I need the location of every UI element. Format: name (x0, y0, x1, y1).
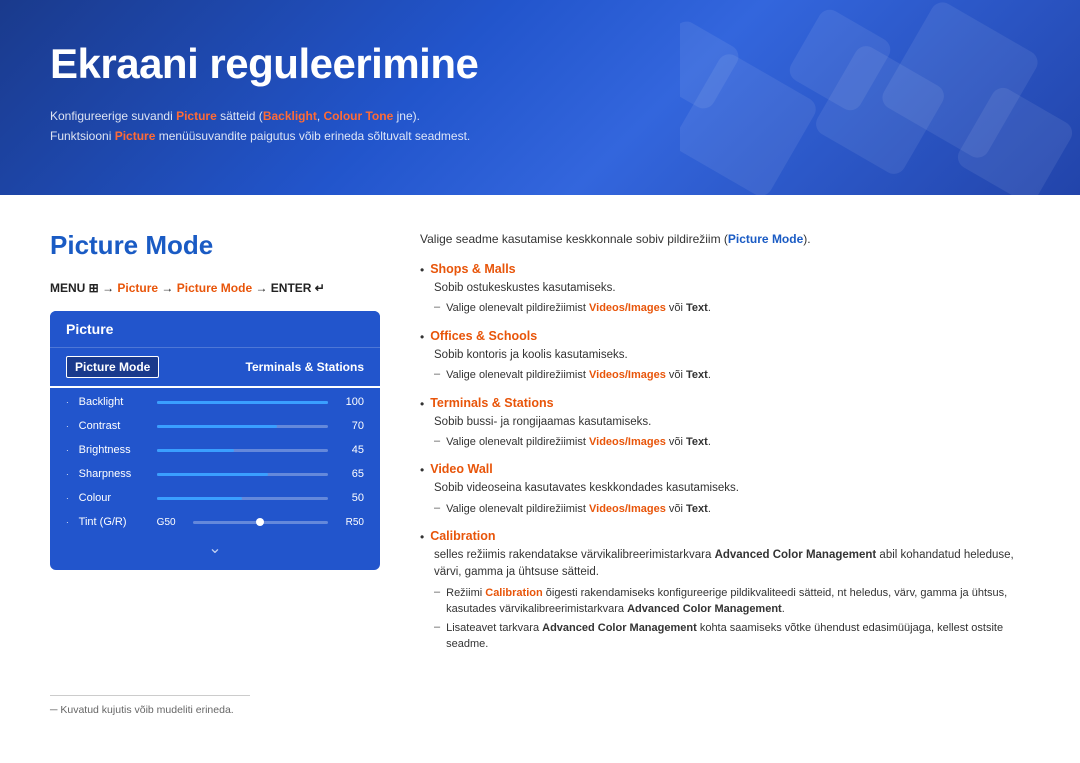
bullet-desc: Sobib videoseina kasutavates keskkondade… (420, 480, 1030, 497)
tint-track[interactable] (193, 521, 328, 524)
bullet-dot: • (420, 330, 424, 344)
slider-value: 100 (336, 396, 364, 408)
slider-label: Contrast (79, 420, 149, 432)
sub-text: Lisateavet tarkvara Advanced Color Manag… (446, 620, 1030, 653)
bullet-desc: Sobib kontoris ja koolis kasutamiseks. (420, 347, 1030, 364)
bullet-desc: selles režiimis rakendatakse värvikalibr… (420, 547, 1030, 582)
left-column: Picture Mode MENU ⊞ → Picture → Picture … (50, 230, 380, 665)
slider-value: 70 (336, 420, 364, 432)
sub-bullet: – Valige olenevalt pildirežiimist Videos… (420, 501, 1030, 518)
sub-text: Valige olenevalt pildirežiimist Videos/I… (446, 300, 711, 317)
slider-track[interactable] (157, 473, 328, 476)
header-section: Ekraani reguleerimine Konfigureerige suv… (0, 0, 1080, 195)
slider-fill (157, 449, 234, 452)
bullet-title: Calibration (430, 529, 495, 543)
footer-note: Kuvatud kujutis võib mudeliti erineda. (50, 704, 1030, 716)
bullet-list: • Shops & Malls Sobib ostukeskustes kasu… (420, 262, 1030, 653)
bullet-desc: Sobib bussi- ja rongijaamas kasutamiseks… (420, 414, 1030, 431)
sub-bullet: – Valige olenevalt pildirežiimist Videos… (420, 434, 1030, 451)
slider-value: 65 (336, 468, 364, 480)
bullet-dot: • (420, 530, 424, 544)
slider-label: Sharpness (79, 468, 149, 480)
picture-box-header: Picture (50, 311, 380, 348)
bullet-item-1: • Offices & Schools Sobib kontoris ja ko… (420, 329, 1030, 384)
sub-text: Valige olenevalt pildirežiimist Videos/I… (446, 367, 711, 384)
bullet-header: • Offices & Schools (420, 329, 1030, 344)
sub-text: Režiimi Calibration õigesti rakendamisek… (446, 585, 1030, 618)
slider-track[interactable] (157, 425, 328, 428)
bullet-header: • Video Wall (420, 462, 1030, 477)
header-desc-line1: Konfigureerige suvandi Picture sätteid (… (50, 109, 420, 123)
bullet-title: Terminals & Stations (430, 396, 553, 410)
sub-bullet: – Valige olenevalt pildirežiimist Videos… (420, 367, 1030, 384)
chevron-down-icon: ⌄ (50, 534, 380, 558)
sub-text: Valige olenevalt pildirežiimist Videos/I… (446, 434, 711, 451)
section-title: Picture Mode (50, 230, 380, 261)
slider-row-brightness: · Brightness 45 (50, 438, 380, 462)
slider-value: 45 (336, 444, 364, 456)
sub-text: Valige olenevalt pildirežiimist Videos/I… (446, 501, 711, 518)
tint-r50: R50 (336, 517, 364, 528)
tint-row: · Tint (G/R) G50 R50 (50, 510, 380, 534)
slider-fill (157, 425, 277, 428)
slider-label: Brightness (79, 444, 149, 456)
tint-label: Tint (G/R) (79, 516, 149, 528)
slider-track[interactable] (157, 497, 328, 500)
bullet-header: • Calibration (420, 529, 1030, 544)
slider-row-backlight: · Backlight 100 (50, 390, 380, 414)
sub-bullet: – Lisateavet tarkvara Advanced Color Man… (420, 620, 1030, 653)
bullet-item-4: • Calibration selles režiimis rakendatak… (420, 529, 1030, 653)
tint-g50: G50 (157, 517, 185, 528)
main-content: Picture Mode MENU ⊞ → Picture → Picture … (0, 195, 1080, 695)
bullet-item-2: • Terminals & Stations Sobib bussi- ja r… (420, 396, 1030, 451)
slider-fill (157, 497, 243, 500)
slider-fill (157, 401, 328, 404)
menu-path: MENU ⊞ → Picture → Picture Mode → ENTER … (50, 281, 380, 295)
slider-label: Backlight (79, 396, 149, 408)
bullet-dot: • (420, 463, 424, 477)
slider-row-colour: · Colour 50 (50, 486, 380, 510)
bullet-dot: • (420, 263, 424, 277)
slider-track[interactable] (157, 449, 328, 452)
bullet-item-3: • Video Wall Sobib videoseina kasutavate… (420, 462, 1030, 517)
footer-divider-area: Kuvatud kujutis võib mudeliti erineda. (0, 695, 1080, 716)
tint-thumb (256, 518, 264, 526)
picture-mode-value: Terminals & Stations (246, 360, 364, 374)
sub-bullet: – Valige olenevalt pildirežiimist Videos… (420, 300, 1030, 317)
bullet-title: Offices & Schools (430, 329, 537, 343)
bullet-header: • Terminals & Stations (420, 396, 1030, 411)
slider-fill (157, 473, 268, 476)
slider-row-contrast: · Contrast 70 (50, 414, 380, 438)
bullet-title: Video Wall (430, 462, 493, 476)
picture-ui-box: Picture Picture Mode Terminals & Station… (50, 311, 380, 570)
picture-mode-row: Picture Mode Terminals & Stations (50, 348, 380, 388)
bullet-dot: • (420, 397, 424, 411)
header-desc-line2: Funktsiooni Picture menüüsuvandite paigu… (50, 129, 470, 143)
slider-label: Colour (79, 492, 149, 504)
sub-bullet: – Režiimi Calibration õigesti rakendamis… (420, 585, 1030, 618)
bullet-desc: Sobib ostukeskustes kasutamiseks. (420, 280, 1030, 297)
slider-track[interactable] (157, 401, 328, 404)
bullet-item-0: • Shops & Malls Sobib ostukeskustes kasu… (420, 262, 1030, 317)
header-decorative-shapes (680, 0, 1080, 195)
bullet-title: Shops & Malls (430, 262, 515, 276)
slider-value: 50 (336, 492, 364, 504)
picture-mode-label: Picture Mode (66, 356, 159, 378)
slider-row-sharpness: · Sharpness 65 (50, 462, 380, 486)
intro-text: Valige seadme kasutamise keskkonnale sob… (420, 230, 1030, 248)
bullet-header: • Shops & Malls (420, 262, 1030, 277)
sliders-container: · Backlight 100 · Contrast 70 · Brightne… (50, 390, 380, 510)
right-column: Valige seadme kasutamise keskkonnale sob… (420, 230, 1030, 665)
